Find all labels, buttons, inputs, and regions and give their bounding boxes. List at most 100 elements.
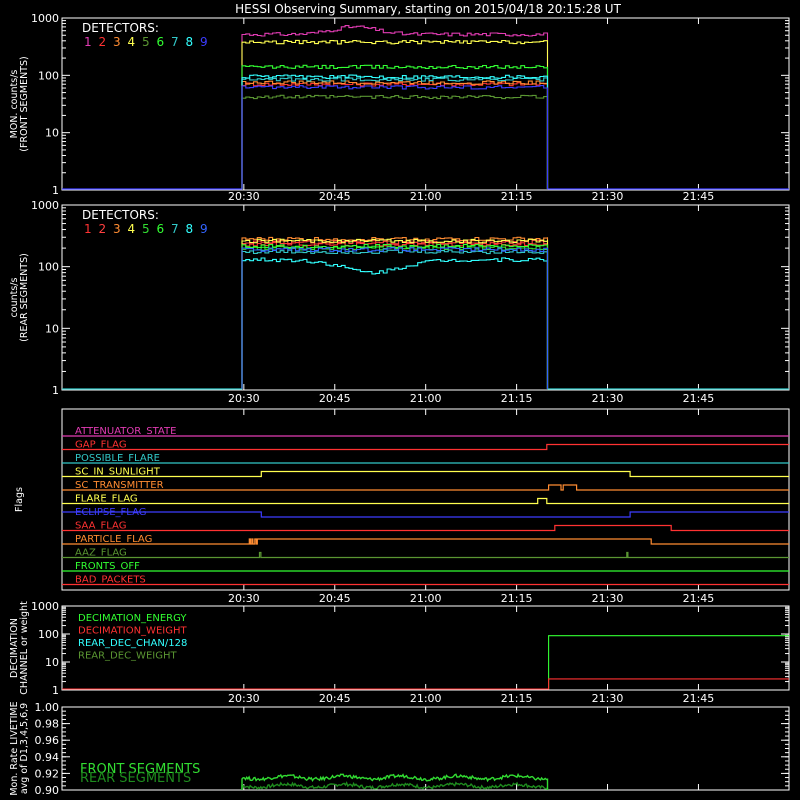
flag-line [62, 484, 789, 491]
panel-decimation: 20:30 20:45 21:00 21:15 21:30 21:45 DECIMATION… [9, 600, 790, 705]
series-line-det-9 [241, 85, 549, 189]
x-tick-label: 20:45 [319, 692, 351, 705]
flag-label: SAA_FLAG [75, 521, 126, 532]
legend-entry: 9 [200, 35, 208, 49]
x-tick-label: 21:00 [410, 190, 442, 203]
y-tick-label: 1000 [31, 600, 59, 613]
flag-label: BAD_PACKETS [75, 575, 146, 586]
y-tick-label: 10 [45, 127, 59, 140]
x-tick-label: 21:00 [410, 592, 442, 605]
panel-rear: 20:30 20:45 21:00 21:15 21:30 21:45counts/s (R… [9, 199, 790, 405]
panel-livetime: Mon. Rate LIVETIME avg of D1,3,4,5,6,9 0.9… [9, 701, 790, 797]
legend-entry: 7 [171, 222, 179, 236]
y-axis-label: (FRONT SEGMENTS) [19, 56, 30, 151]
y-tick-label: 1000 [31, 199, 59, 212]
legend-title: DETECTORS: [82, 21, 159, 35]
legend-entry: REAR_DEC_CHAN/128 [78, 638, 187, 649]
y-axis-label: CHANNEL or weight [19, 601, 30, 695]
y-axis-label: (REAR SEGMENTS) [19, 253, 30, 342]
x-tick-label: 21:30 [592, 392, 624, 405]
x-tick-label: 21:00 [410, 692, 442, 705]
x-tick-label: 21:45 [683, 392, 715, 405]
legend-entry: 3 [113, 222, 121, 236]
x-tick-label: 20:45 [319, 392, 351, 405]
panel-flags: 20:30 20:45 21:00 21:15 21:30 21:45 Flags ATTEN… [14, 408, 790, 605]
legend-entry: DECIMATION_ENERGY [78, 613, 187, 624]
flag-line [62, 511, 789, 518]
legend-entry: 1 [84, 222, 92, 236]
panel-front: 20:30 20:45 21:00 21:15 21:30 21:45MON. count… [9, 12, 790, 203]
y-tick-label: 1 [52, 384, 59, 397]
y-tick-label: 10 [45, 656, 59, 669]
y-tick-label: 0.96 [35, 734, 60, 747]
x-tick-label: 21:15 [501, 592, 533, 605]
x-tick-label: 21:00 [410, 392, 442, 405]
legend-title: DETECTORS: [82, 208, 159, 222]
flag-line [62, 524, 789, 532]
observing-summary-chart: HESSI Observing Summary, starting on 201… [9, 2, 790, 797]
flag-label: POSSIBLE_FLARE [75, 453, 160, 464]
flag-line [62, 470, 789, 478]
series-line-det-5 [241, 94, 549, 189]
x-tick-label: 20:30 [228, 190, 260, 203]
y-tick-label: 0.94 [35, 751, 60, 764]
y-tick-label: 0.98 [35, 718, 60, 731]
y-tick-label: 100 [38, 261, 59, 274]
series-line-det-7 [241, 77, 549, 189]
legend-entry: 5 [142, 35, 150, 49]
flag-line [62, 551, 789, 559]
series-line-det-8 [241, 74, 549, 189]
flag-label: PARTICLE_FLAG [75, 534, 152, 545]
legend-entry: 2 [99, 222, 107, 236]
flag-label: ATTENUATOR_STATE [75, 426, 176, 437]
flag-line [62, 443, 789, 451]
legend-entry: 5 [142, 222, 150, 236]
series-line-det-4 [241, 39, 549, 189]
x-tick-label: 21:15 [501, 692, 533, 705]
x-tick-label: 20:30 [228, 592, 260, 605]
chart-title: HESSI Observing Summary, starting on 201… [235, 2, 621, 16]
flag-label: FLARE_FLAG [75, 494, 138, 505]
series-line-det-1 [241, 242, 549, 389]
legend-entry: 1 [84, 35, 92, 49]
flag-label: SC_IN_SUNLIGHT [75, 467, 161, 478]
x-tick-label: 21:45 [683, 592, 715, 605]
x-tick-label: 20:45 [319, 190, 351, 203]
flag-label: FRONTS_OFF [75, 561, 140, 572]
legend-entry: 9 [200, 222, 208, 236]
series-line-det-7 [241, 249, 549, 389]
legend-entry: REAR SEGMENTS [80, 771, 191, 786]
x-tick-label: 21:30 [592, 190, 624, 203]
y-tick-label: 10 [45, 322, 59, 335]
legend-entry: REAR_DEC_WEIGHT [78, 651, 177, 662]
series-line-det-2 [241, 239, 549, 389]
x-tick-label: 20:30 [228, 692, 260, 705]
x-tick-label: 21:30 [592, 592, 624, 605]
x-tick-label: 21:15 [501, 190, 533, 203]
y-tick-label: 1 [52, 184, 59, 197]
legend-entry: 4 [128, 35, 136, 49]
y-tick-label: 1 [52, 684, 59, 697]
flag-label: AAZ_FLAG [75, 548, 127, 559]
series-line-det-8 [241, 257, 549, 389]
y-tick-label: 0.92 [35, 767, 60, 780]
x-tick-label: 21:45 [683, 692, 715, 705]
x-tick-label: 21:15 [501, 392, 533, 405]
legend-entry: DECIMATION_WEIGHT [78, 626, 187, 637]
series-line-det-6 [241, 243, 549, 389]
series-line-livetime [241, 772, 549, 790]
legend-entry: 6 [157, 222, 165, 236]
y-tick-label: 1.00 [35, 701, 60, 714]
legend-entry: 6 [157, 35, 165, 49]
flag-label: SC_TRANSMITTER [75, 480, 164, 491]
legend-entry: 4 [128, 222, 136, 236]
flag-line [62, 497, 789, 505]
legend-entry: 8 [186, 222, 194, 236]
legend-entry: 2 [99, 35, 107, 49]
legend-entry: 7 [171, 35, 179, 49]
legend-entry: 3 [113, 35, 121, 49]
x-tick-label: 21:45 [683, 190, 715, 203]
series-line-det-1 [241, 25, 549, 189]
y-tick-label: 1000 [31, 12, 59, 25]
y-tick-label: 100 [38, 628, 59, 641]
